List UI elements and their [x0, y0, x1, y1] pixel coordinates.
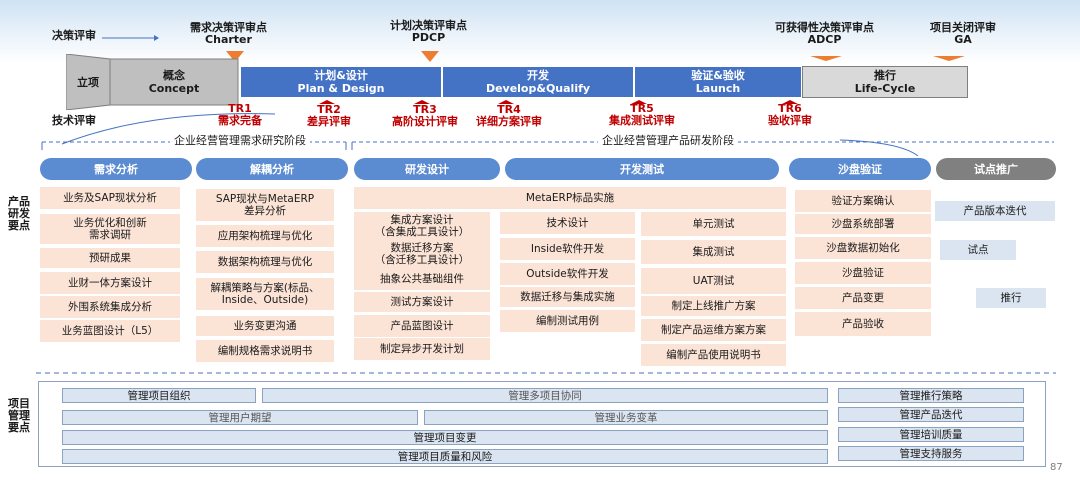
decision-review-label: 决策评审	[52, 29, 96, 42]
rd-item: 抽象公共基础组件	[354, 268, 490, 290]
req-item: 外围系统集成分析	[40, 296, 180, 318]
phase-sandbox: 沙盘验证	[789, 158, 931, 180]
dev-item: 数据迁移与集成实施	[500, 287, 635, 307]
dp-adcp: 可获得性决策评审点 ADCP	[775, 21, 874, 46]
req-item: 业务蓝图设计（L5）	[40, 320, 180, 342]
decouple-item: 编制规格需求说明书	[196, 340, 334, 362]
stage-lifecycle: 推行 Life-Cycle	[802, 66, 968, 98]
dp-charter: 需求决策评审点 Charter	[190, 21, 267, 46]
tr2: TR2 差异评审	[307, 103, 351, 128]
decouple-item: 数据架构梳理与优化	[196, 251, 334, 273]
pdcp-marker	[421, 51, 439, 62]
sandbox-item: 产品验收	[795, 312, 931, 336]
dev-item: 技术设计	[500, 212, 635, 234]
stage-group-research: 企业经营管理需求研究阶段	[170, 132, 310, 148]
stage-launch: 验证&验收 Launch	[634, 66, 802, 98]
pilot-item: 产品版本迭代	[935, 201, 1055, 221]
stage-initiation: 立项	[77, 75, 99, 89]
sandbox-item: 沙盘数据初始化	[795, 237, 931, 259]
mgmt-right-item: 管理支持服务	[838, 446, 1024, 461]
mgmt-right-item: 管理产品迭代	[838, 407, 1024, 422]
stage-concept: 概念 Concept	[148, 69, 200, 95]
mgmt-right-item: 管理推行策略	[838, 388, 1024, 403]
sandbox-item: 沙盘系统部署	[795, 214, 931, 234]
dev-item: 编制测试用例	[500, 310, 635, 332]
test-item: 单元测试	[641, 212, 786, 236]
decouple-item: SAP现状与MetaERP 差异分析	[196, 189, 334, 221]
test-item: 制定产品运维方案方案	[641, 319, 786, 341]
rd-item: 制定异步开发计划	[354, 338, 490, 360]
tr1: TR1 需求完备	[218, 102, 262, 127]
metaerp-impl: MetaERP标品实施	[354, 187, 786, 209]
mgmt-org: 管理项目组织	[62, 388, 256, 403]
test-item: 编制产品使用说明书	[641, 344, 786, 366]
sandbox-item: 沙盘验证	[795, 262, 931, 284]
rd-item: 集成方案设计 （含集成工具设计）	[354, 212, 490, 240]
dp-ga: 项目关闭评审 GA	[930, 21, 996, 46]
page-number: 87	[1050, 462, 1063, 473]
tr4: TR4 详细方案评审	[476, 103, 542, 128]
test-item: UAT测试	[641, 268, 786, 294]
tr3: TR3 高阶设计评审	[392, 103, 458, 128]
req-item: 业务及SAP现状分析	[40, 187, 180, 209]
mgmt-multi: 管理多项目协同	[262, 388, 828, 403]
phase-decouple: 解耦分析	[196, 158, 348, 180]
stage-group-rd: 企业经营管理产品研发阶段	[598, 132, 738, 148]
stage-develop: 开发 Develop&Qualify	[442, 66, 634, 98]
tr5: TR5 集成测试评审	[609, 102, 675, 127]
tr6: TR6 验收评审	[768, 102, 812, 127]
adcp-marker	[810, 56, 842, 61]
dp-pdcp: 计划决策评审点 PDCP	[390, 19, 467, 44]
decouple-item: 应用架构梳理与优化	[196, 225, 334, 247]
req-item: 业财一体方案设计	[40, 272, 180, 294]
decouple-item: 业务变更沟通	[196, 316, 334, 336]
stage-plan-design: 计划&设计 Plan & Design	[240, 66, 442, 98]
decouple-item: 解耦策略与方案(标品、 Inside、Outside)	[196, 278, 334, 310]
ga-marker	[933, 56, 965, 61]
mgmt-proj-change: 管理项目变更	[62, 430, 828, 445]
test-item: 集成测试	[641, 240, 786, 264]
rd-item: 数据迁移方案 （含迁移工具设计）	[354, 240, 490, 268]
sandbox-item: 验证方案确认	[795, 190, 931, 212]
mgmt-expect: 管理用户期望	[62, 410, 418, 425]
dev-item: Inside软件开发	[500, 238, 635, 260]
phase-req-analysis: 需求分析	[40, 158, 192, 180]
product-side-label: 产品 研发 要点	[8, 195, 30, 232]
pilot-item: 推行	[976, 288, 1046, 308]
process-diagram: 决策评审 技术评审 需求决策评审点 Charter 计划决策评审点 PDCP 可获得…	[0, 0, 1080, 485]
sandbox-item: 产品变更	[795, 287, 931, 309]
section-divider	[36, 372, 1056, 374]
decision-review-arrow	[102, 35, 159, 41]
mgmt-right-item: 管理培训质量	[838, 427, 1024, 442]
mgmt-quality-risk: 管理项目质量和风险	[62, 449, 828, 464]
req-item: 预研成果	[40, 248, 180, 268]
dev-item: Outside软件开发	[500, 263, 635, 285]
phase-dev-test: 开发测试	[505, 158, 779, 180]
pilot-item: 试点	[940, 240, 1016, 260]
project-side-label: 项目 管理 要点	[8, 397, 30, 434]
rd-item: 产品蓝图设计	[354, 315, 490, 337]
rd-item: 测试方案设计	[354, 292, 490, 312]
mgmt-biz-change: 管理业务变革	[424, 410, 828, 425]
phase-pilot: 试点推广	[936, 158, 1056, 180]
test-item: 制定上线推广方案	[641, 296, 786, 316]
phase-rd-design: 研发设计	[354, 158, 500, 180]
req-item: 业务优化和创新 需求调研	[40, 214, 180, 244]
